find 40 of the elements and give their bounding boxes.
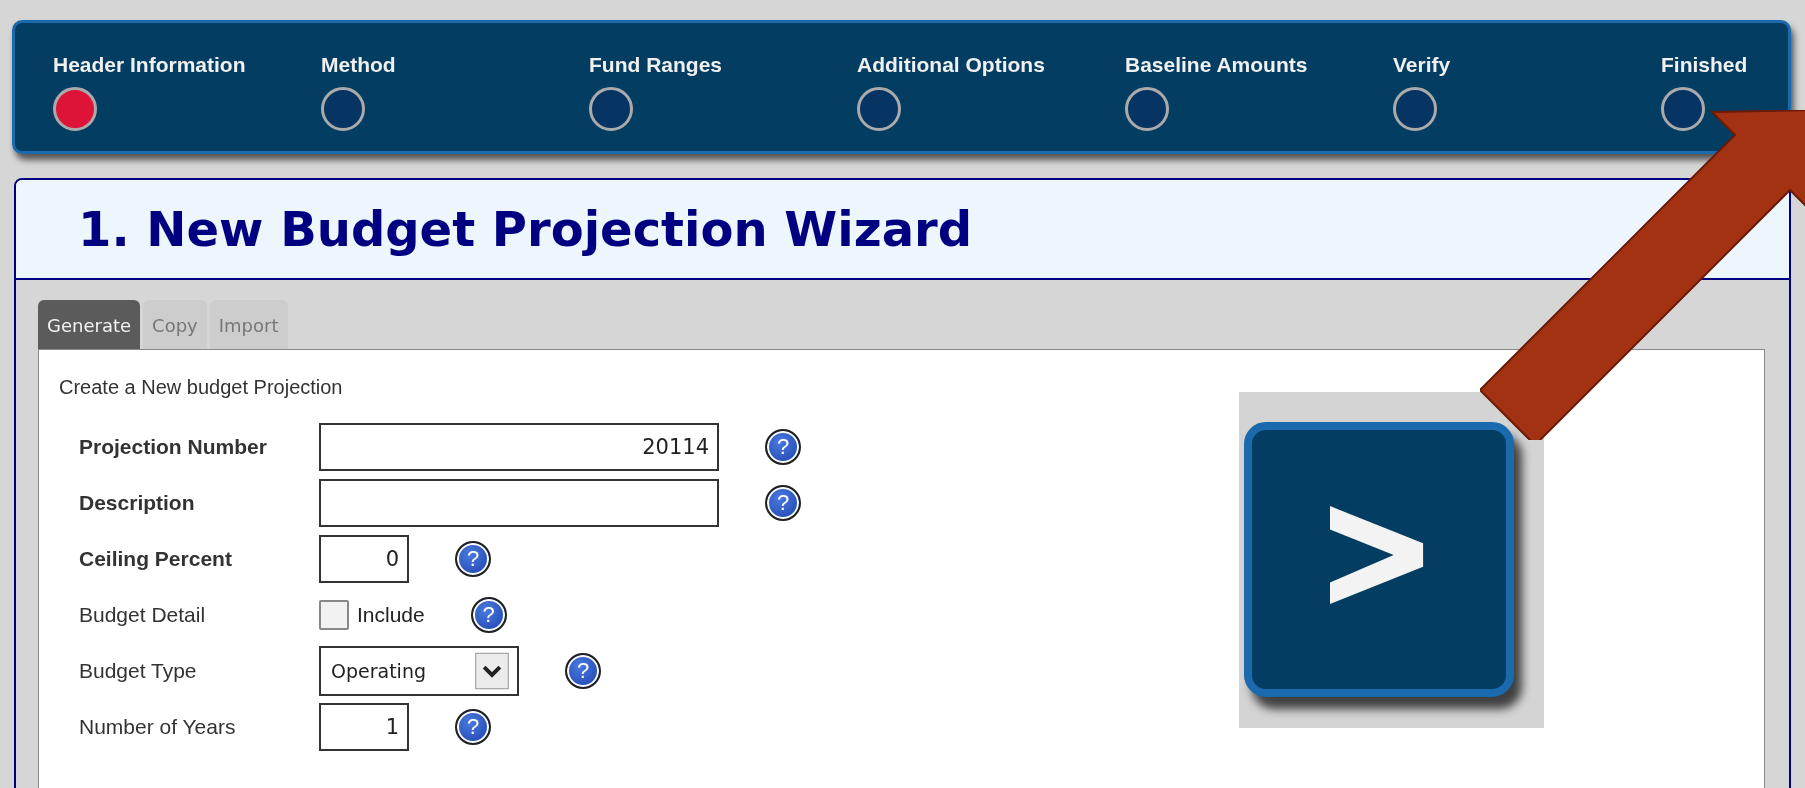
input-field[interactable]: 20114 [319,423,719,471]
step-indicator[interactable] [321,87,365,131]
checkbox[interactable] [319,600,349,630]
step-label: Verify [1393,53,1451,77]
help-icon[interactable]: ? [565,653,601,689]
intro-text: Create a New budget Projection [59,376,344,399]
step-label: Method [321,53,396,77]
tab[interactable]: Generate [38,300,141,349]
field-label: Budget Detail [79,603,207,627]
checkbox-label: Include [357,603,425,627]
input-field[interactable]: 1 [319,703,409,751]
tab[interactable]: Copy [143,300,207,349]
dropdown-button-icon [475,652,509,690]
step-indicator[interactable] [1393,87,1437,131]
help-icon[interactable]: ? [455,709,491,745]
help-icon[interactable]: ? [765,429,801,465]
field-label: Budget Type [79,659,198,683]
help-icon[interactable]: ? [470,597,507,633]
step-label: Finished [1661,53,1748,77]
field-label: Ceiling Percent [79,547,233,571]
step-indicator[interactable] [857,87,901,131]
wizard-title: 1. New Budget Projection Wizard [78,201,973,257]
step-label: Fund Ranges [589,53,722,77]
step-label: Additional Options [857,53,1045,77]
input-field[interactable] [319,479,719,527]
step-indicator[interactable] [1661,87,1705,131]
help-icon[interactable]: ? [455,541,491,577]
dropdown[interactable]: Operating [319,646,519,696]
step-indicator[interactable] [1125,87,1169,131]
step-indicator[interactable] [53,87,97,131]
help-icon[interactable]: ? [765,485,801,521]
input-field[interactable]: 0 [319,535,409,583]
field-label: Projection Number [79,435,268,459]
step-label: Header Information [53,53,246,77]
field-label: Number of Years [79,715,237,739]
tab[interactable]: Import [209,300,288,349]
next-button[interactable] [1244,422,1514,697]
step-label: Baseline Amounts [1125,53,1308,77]
step-indicator[interactable] [589,87,633,131]
field-label: Description [79,491,196,515]
